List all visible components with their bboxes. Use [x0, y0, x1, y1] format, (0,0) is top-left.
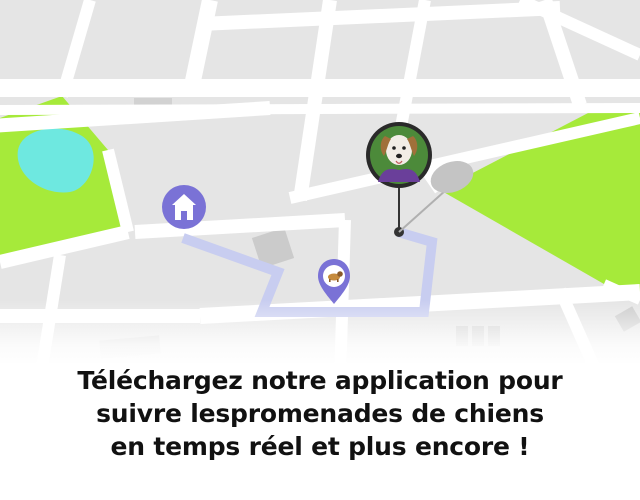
- building: [456, 326, 468, 346]
- caption-line-2: suivre lespromenades de chiens: [96, 399, 544, 428]
- caption-line-1: Téléchargez notre application pour: [77, 366, 563, 395]
- dog-avatar[interactable]: [366, 122, 432, 188]
- building: [472, 326, 484, 346]
- caption-line-3: en temps réel et plus encore !: [110, 432, 530, 461]
- home-marker[interactable]: [162, 185, 206, 229]
- map-screen: Téléchargez notre application pour suivr…: [0, 0, 640, 500]
- promo-caption: Téléchargez notre application pour suivr…: [0, 364, 640, 463]
- building: [488, 326, 500, 346]
